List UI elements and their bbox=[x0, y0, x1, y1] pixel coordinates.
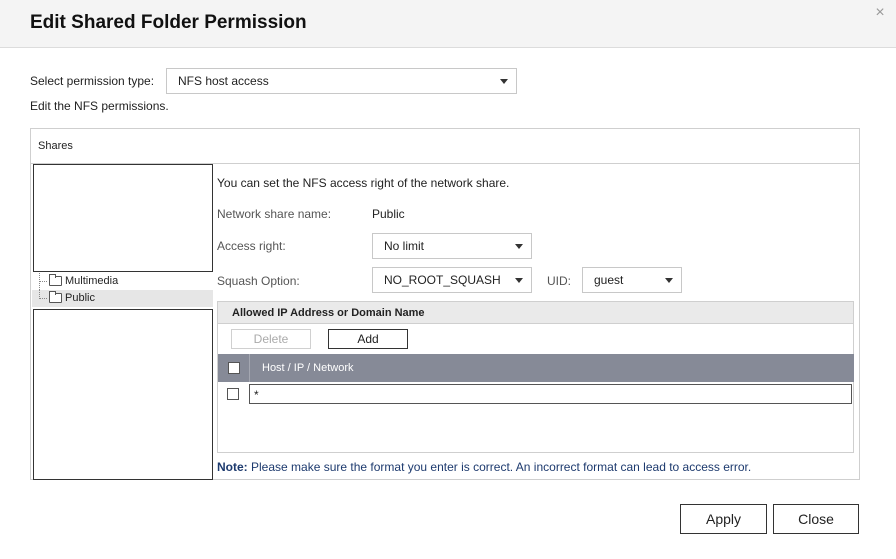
shares-panel-header: Shares bbox=[31, 129, 859, 164]
share-item-label: Multimedia bbox=[65, 275, 119, 287]
select-all-checkbox[interactable] bbox=[228, 362, 240, 374]
network-share-name-value: Public bbox=[372, 207, 405, 221]
chevron-down-icon bbox=[500, 79, 508, 84]
chevron-down-icon bbox=[515, 278, 523, 283]
permission-type-value: NFS host access bbox=[178, 74, 269, 88]
host-ip-input[interactable]: * bbox=[249, 384, 852, 404]
permission-type-select[interactable]: NFS host access bbox=[166, 68, 517, 94]
access-right-label: Access right: bbox=[217, 239, 286, 253]
squash-option-value: NO_ROOT_SQUASH bbox=[384, 273, 501, 287]
row-checkbox[interactable] bbox=[227, 388, 239, 400]
permission-hint: Edit the NFS permissions. bbox=[30, 99, 169, 113]
edit-shared-folder-permission-dialog: Edit Shared Folder Permission × Select p… bbox=[0, 0, 896, 559]
allowed-ip-header-label: Allowed IP Address or Domain Name bbox=[232, 307, 425, 319]
shares-header-label: Shares bbox=[38, 140, 73, 152]
dialog-title: Edit Shared Folder Permission bbox=[30, 12, 307, 33]
close-icon[interactable]: × bbox=[869, 2, 891, 24]
uid-label: UID: bbox=[547, 274, 571, 288]
shares-tree-top-pane bbox=[33, 164, 213, 272]
access-right-select[interactable]: No limit bbox=[372, 233, 532, 259]
access-right-value: No limit bbox=[384, 239, 425, 253]
uid-value: guest bbox=[594, 273, 624, 287]
allowed-ip-header: Allowed IP Address or Domain Name bbox=[218, 302, 853, 324]
uid-select[interactable]: guest bbox=[582, 267, 682, 293]
folder-icon bbox=[49, 291, 62, 303]
note-text: Please make sure the format you enter is… bbox=[247, 460, 752, 474]
sidebar-item-multimedia[interactable]: Multimedia bbox=[32, 273, 213, 290]
nfs-intro-text: You can set the NFS access right of the … bbox=[217, 176, 510, 190]
dialog-titlebar: Edit Shared Folder Permission × bbox=[0, 0, 896, 48]
chevron-down-icon bbox=[665, 278, 673, 283]
delete-button[interactable]: Delete bbox=[231, 329, 311, 349]
close-button[interactable]: Close bbox=[773, 504, 859, 534]
shares-tree-bottom-pane bbox=[33, 309, 213, 480]
share-item-label: Public bbox=[65, 292, 95, 304]
add-button[interactable]: Add bbox=[328, 329, 408, 349]
squash-option-label: Squash Option: bbox=[217, 274, 300, 288]
host-column-header: Host / IP / Network bbox=[262, 362, 354, 374]
apply-button[interactable]: Apply bbox=[680, 504, 767, 534]
squash-option-select[interactable]: NO_ROOT_SQUASH bbox=[372, 267, 532, 293]
permission-type-label: Select permission type: bbox=[30, 74, 155, 88]
network-share-name-label: Network share name: bbox=[217, 207, 332, 221]
format-note: Note: Please make sure the format you en… bbox=[217, 460, 751, 474]
sidebar-item-public[interactable]: Public bbox=[32, 290, 213, 307]
folder-icon bbox=[49, 274, 62, 286]
note-prefix: Note: bbox=[217, 460, 248, 474]
host-grid-header: Host / IP / Network bbox=[218, 354, 854, 382]
chevron-down-icon bbox=[515, 244, 523, 249]
